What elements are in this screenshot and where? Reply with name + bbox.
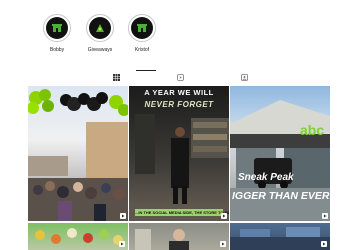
highlight-bobby[interactable]: Bobby xyxy=(37,14,77,53)
tab-tagged[interactable] xyxy=(238,72,250,82)
highlight-ring xyxy=(128,14,156,42)
highlight-label: Kristof xyxy=(134,47,150,53)
reel-caption: ...IN THE SOCIAL MEDIA SIDE, THE STORE T… xyxy=(135,209,229,216)
profile-tabs xyxy=(28,70,322,84)
highlight-avatar xyxy=(46,17,68,39)
highlight-giveaways[interactable]: Giveaways xyxy=(80,14,120,53)
reel-title-line2: NEVER FORGET xyxy=(144,100,214,109)
store-icon xyxy=(137,24,147,32)
opening-ceremony-image xyxy=(28,89,128,221)
reel-title-line1: A YEAR WE WILL xyxy=(144,88,214,97)
highlight-label: Giveaways xyxy=(87,47,113,53)
highlight-avatar xyxy=(131,17,153,39)
reels-icon xyxy=(176,73,184,81)
posts-grid-icon xyxy=(112,73,120,81)
reel-badge-icon xyxy=(120,213,126,219)
posts-grid: A YEAR WE WILL NEVER FORGET ...IN THE SO… xyxy=(28,86,330,250)
food-image xyxy=(35,228,123,245)
story-highlights: Bobby Giveaways Kristof xyxy=(0,14,350,58)
post-thumbnail-sneak-peak[interactable]: abc Sneak Peak IGGER THAN EVER! xyxy=(230,86,330,221)
highlight-kristof[interactable]: Kristof xyxy=(122,14,162,53)
reel-badge-icon xyxy=(119,241,125,247)
active-tab-indicator xyxy=(136,70,156,71)
store-sign-text: abc xyxy=(300,122,325,138)
highlight-avatar xyxy=(89,17,111,39)
highlight-label: Bobby xyxy=(49,47,65,53)
highlight-ring xyxy=(86,14,114,42)
reel-badge-icon xyxy=(322,213,328,219)
post-thumbnail-opening[interactable] xyxy=(28,86,128,221)
staff-image xyxy=(135,229,189,250)
reel-badge-icon xyxy=(321,241,327,247)
tagged-icon xyxy=(240,73,248,81)
reel-badge-icon xyxy=(220,241,226,247)
post-thumbnail-staff[interactable] xyxy=(129,223,229,250)
tab-posts[interactable] xyxy=(110,72,122,82)
reel-badge-icon xyxy=(221,213,227,219)
tab-reels[interactable] xyxy=(174,72,186,82)
post-thumbnail-year-review[interactable]: A YEAR WE WILL NEVER FORGET ...IN THE SO… xyxy=(129,86,229,221)
post-thumbnail-store-night[interactable] xyxy=(230,223,330,250)
reel-title-line1: Sneak Peak xyxy=(238,172,294,183)
gift-icon xyxy=(96,24,104,32)
store-icon xyxy=(52,24,62,32)
post-thumbnail-food[interactable] xyxy=(28,223,128,250)
reel-title-line2: IGGER THAN EVER! xyxy=(232,190,330,202)
highlight-ring xyxy=(43,14,71,42)
store-night-image xyxy=(230,227,330,250)
